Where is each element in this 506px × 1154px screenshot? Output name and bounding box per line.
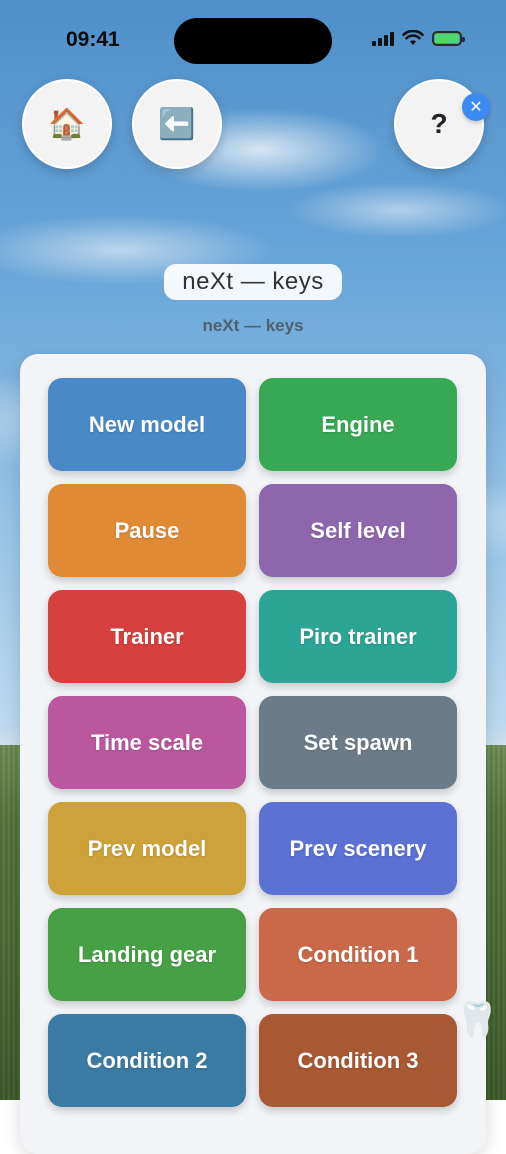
page-subtitle: neXt — keys (202, 316, 304, 335)
key-prev-model-button[interactable]: Prev model (48, 802, 246, 895)
status-icons (372, 30, 465, 46)
status-time: 09:41 (66, 28, 120, 51)
key-set-spawn-button[interactable]: Set spawn (259, 696, 457, 789)
help-button[interactable]: ? (394, 79, 484, 169)
wifi-icon (402, 30, 424, 45)
key-new-model-button[interactable]: New model (48, 378, 246, 471)
key-pause-button[interactable]: Pause (48, 484, 246, 577)
back-arrow-icon: ⬅️ (158, 107, 196, 141)
key-prev-scenery-button[interactable]: Prev scenery (259, 802, 457, 895)
key-trainer-button[interactable]: Trainer (48, 590, 246, 683)
key-piro-trainer-button[interactable]: Piro trainer (259, 590, 457, 683)
close-icon[interactable]: ✕ (462, 93, 490, 121)
dynamic-island (174, 18, 332, 64)
keys-grid: New model Engine Pause Self level Traine… (48, 378, 458, 1107)
tooth-icon[interactable]: 🦷 (456, 1000, 498, 1040)
home-icon: 🏠 (48, 107, 86, 141)
key-time-scale-button[interactable]: Time scale (48, 696, 246, 789)
back-button[interactable]: ⬅️ (132, 79, 222, 169)
key-landing-gear-button[interactable]: Landing gear (48, 908, 246, 1001)
cellular-signal-icon (372, 30, 394, 46)
home-button[interactable]: 🏠 (22, 79, 112, 169)
help-label: ? (430, 108, 448, 139)
key-self-level-button[interactable]: Self level (259, 484, 457, 577)
key-engine-button[interactable]: Engine (259, 378, 457, 471)
key-condition-3-button[interactable]: Condition 3 (259, 1014, 457, 1107)
key-condition-2-button[interactable]: Condition 2 (48, 1014, 246, 1107)
page-title: neXt — keys (164, 264, 342, 300)
battery-icon (432, 30, 465, 46)
key-condition-1-button[interactable]: Condition 1 (259, 908, 457, 1001)
